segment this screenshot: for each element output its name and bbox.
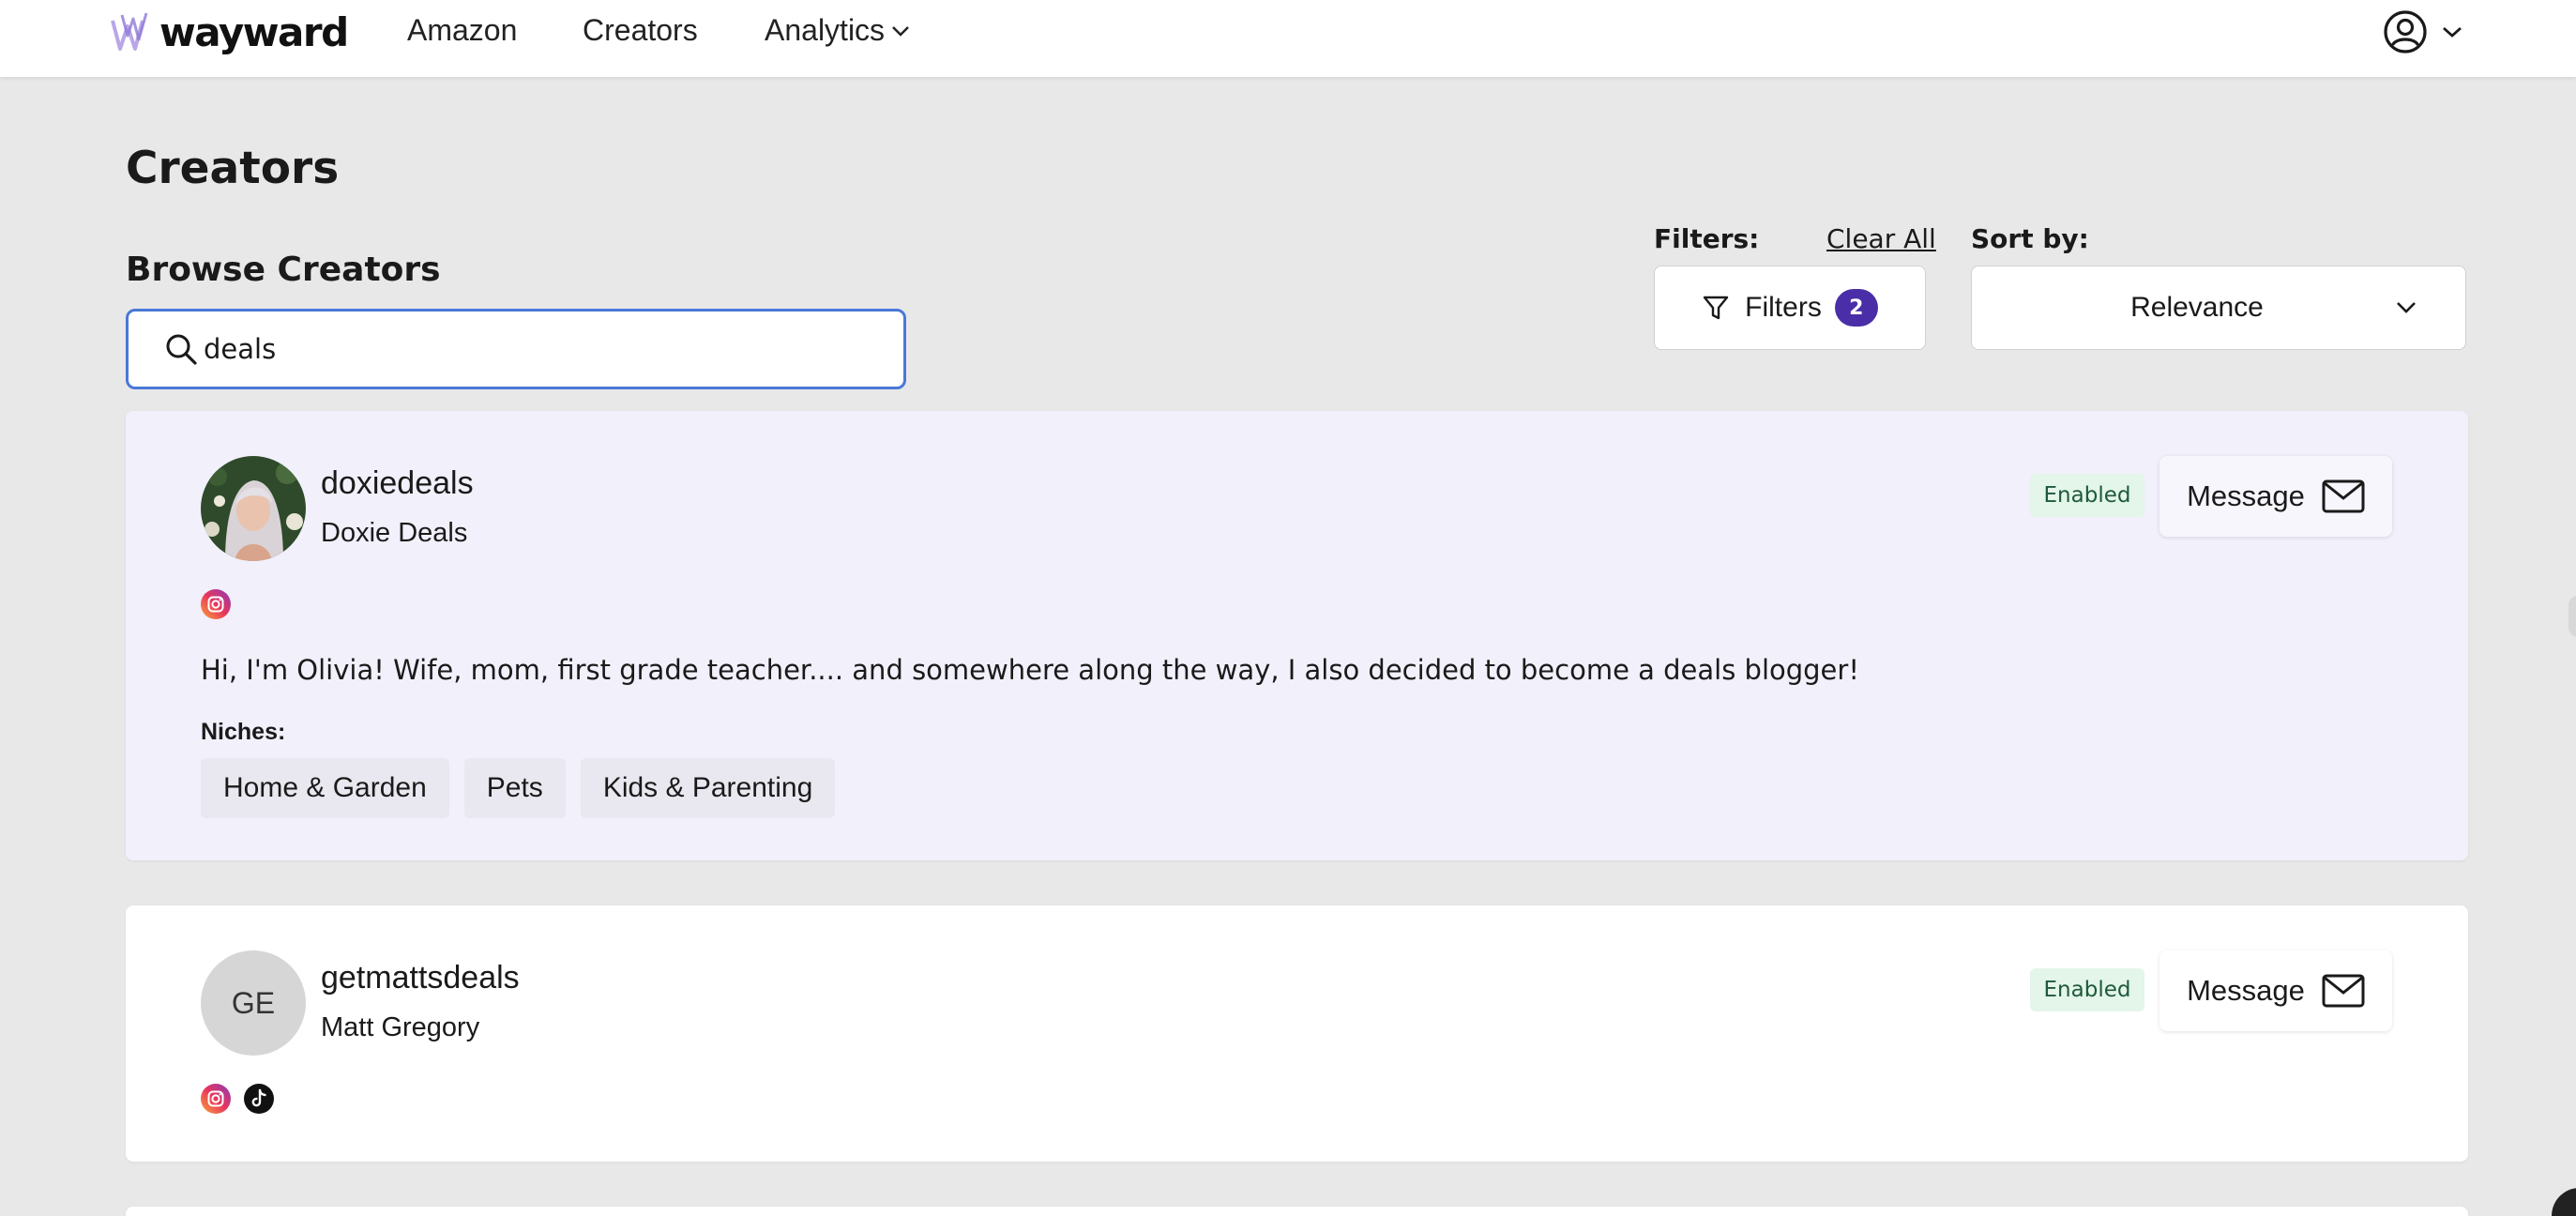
filters-button-label: Filters [1745, 292, 1822, 323]
message-button[interactable]: Message [2159, 456, 2392, 537]
status-badge: Enabled [2030, 968, 2144, 1011]
search-input[interactable] [204, 333, 804, 365]
creator-handle[interactable]: getmattsdeals [321, 960, 520, 996]
filters-count-badge: 2 [1834, 289, 1878, 327]
chevron-down-icon [2397, 302, 2416, 313]
filters-label: Filters: [1654, 223, 1760, 254]
status-badge: Enabled [2030, 474, 2144, 517]
chat-launcher-button[interactable] [2552, 1188, 2576, 1216]
message-button-label: Message [2187, 479, 2305, 512]
creator-name: Matt Gregory [321, 1012, 480, 1042]
envelope-icon [2322, 974, 2365, 1008]
nav-link-amazon[interactable]: Amazon [407, 13, 517, 48]
chevron-down-icon [892, 25, 909, 37]
chevron-down-icon [2443, 26, 2462, 38]
search-field[interactable] [126, 309, 906, 389]
niche-tag: Pets [463, 758, 566, 818]
nav-link-creators[interactable]: Creators [583, 13, 698, 48]
search-icon [166, 334, 197, 365]
clear-all-link[interactable]: Clear All [1826, 223, 1936, 254]
niche-tag: Kids & Parenting [580, 758, 836, 818]
page-title: Creators [126, 143, 340, 194]
social-icons [201, 589, 231, 619]
section-title: Browse Creators [126, 251, 441, 289]
message-button[interactable]: Message [2159, 950, 2392, 1031]
niches-label: Niches: [201, 719, 286, 745]
funnel-icon [1703, 296, 1729, 320]
nav-link-analytics-label: Analytics [765, 13, 886, 47]
nav-link-creators-label: Creators [583, 13, 698, 47]
nav-link-analytics[interactable]: Analytics [765, 13, 911, 48]
niche-tag: Home & Garden [201, 758, 449, 818]
niche-list: Home & Garden Pets Kids & Parenting [201, 758, 836, 818]
logo-text: wayward [159, 8, 349, 55]
creator-bio: Hi, I'm Olivia! Wife, mom, first grade t… [201, 654, 1859, 686]
logo-mark-icon [111, 12, 148, 51]
tiktok-icon[interactable] [244, 1084, 274, 1114]
sort-by-label: Sort by: [1971, 223, 2089, 254]
message-button-label: Message [2187, 974, 2305, 1007]
avatar-initials: GE [231, 985, 276, 1020]
wayward-logo[interactable]: wayward [109, 8, 349, 56]
side-panel-handle[interactable] [2568, 596, 2576, 637]
creator-card[interactable]: doxiedeals Doxie Deals Enabled Message H… [126, 411, 2468, 860]
instagram-icon[interactable] [201, 589, 231, 619]
creator-handle[interactable]: doxiedeals [321, 465, 474, 502]
sort-select[interactable]: Relevance [1971, 266, 2466, 350]
creator-name: Doxie Deals [321, 518, 468, 548]
account-menu[interactable] [2383, 9, 2463, 54]
instagram-icon[interactable] [201, 1084, 231, 1114]
nav-link-amazon-label: Amazon [407, 13, 518, 47]
filters-button[interactable]: Filters 2 [1654, 266, 1926, 350]
social-icons [201, 1084, 274, 1114]
sort-select-value: Relevance [2130, 292, 2264, 323]
avatar: GE [201, 950, 306, 1056]
creator-card[interactable]: GE getmattsdeals Matt Gregory Enabled Me… [126, 905, 2468, 1162]
user-circle-icon [2384, 10, 2427, 53]
avatar [201, 456, 306, 561]
envelope-icon [2322, 479, 2365, 513]
creator-photo [201, 456, 306, 561]
top-navigation: wayward Amazon Creators Analytics [0, 0, 2576, 77]
creator-card[interactable] [126, 1207, 2468, 1216]
